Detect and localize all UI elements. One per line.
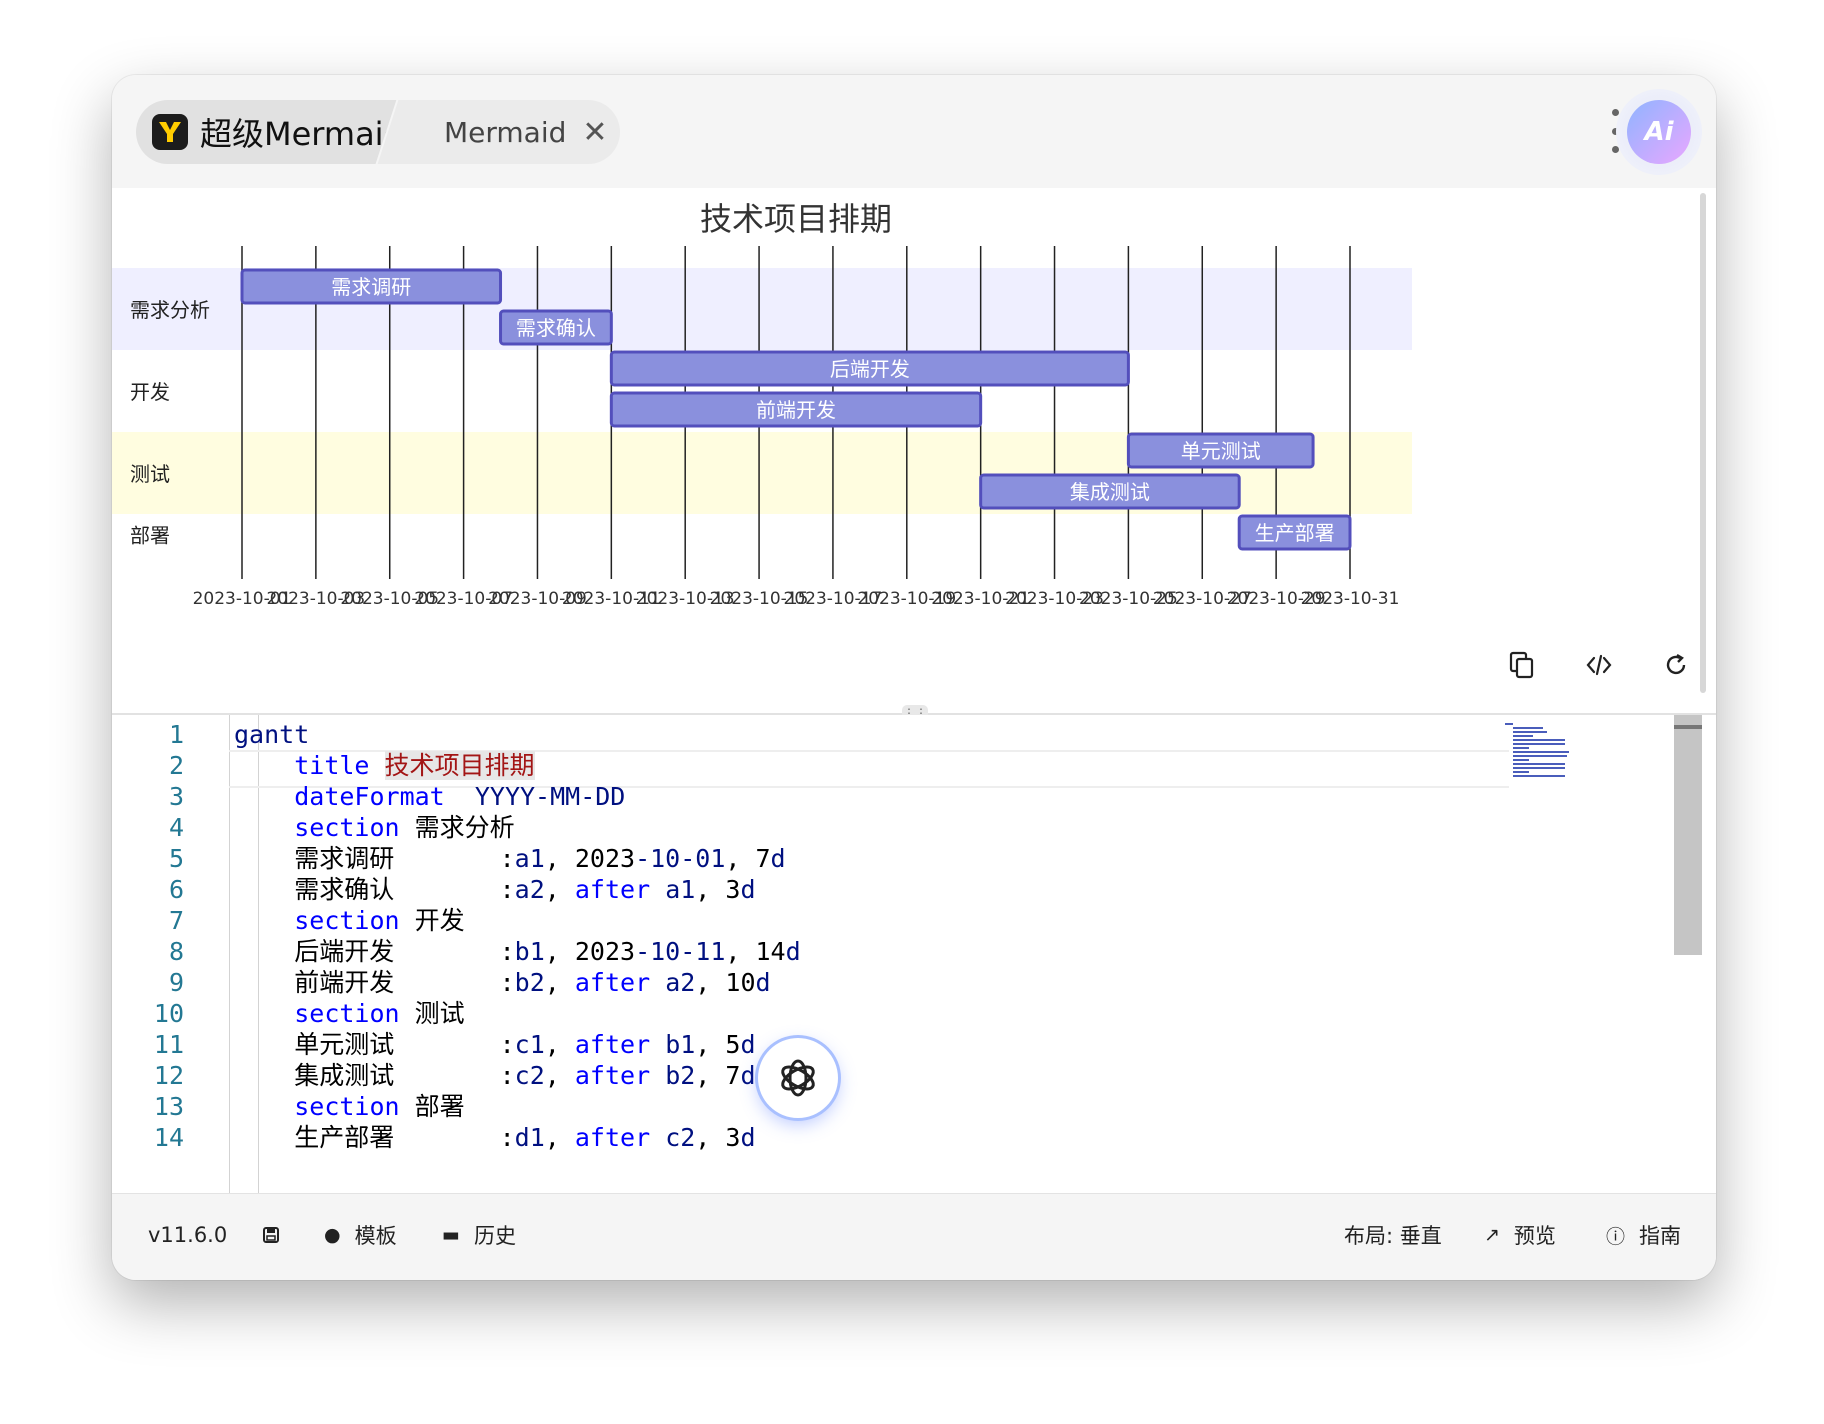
refresh-button[interactable]: [1656, 645, 1696, 685]
save-button[interactable]: [262, 1218, 280, 1252]
tab-mermaid[interactable]: Mermaid ✕: [400, 100, 620, 164]
copy-button[interactable]: [1502, 645, 1542, 685]
close-icon[interactable]: ✕: [582, 115, 607, 150]
ai-orb-icon: Ai: [1627, 100, 1691, 164]
code-editor[interactable]: 1 gantt 2 title 技术项目排期 3 dateFormat YYYY-MM…: [112, 715, 1716, 1193]
history-button[interactable]: ▬ 历史: [442, 1218, 516, 1252]
task-label: 前端开发: [756, 398, 836, 422]
app-window: 超级Mermaid Mermaid ✕ Ai 需求分析开发测试部署 2023-10…: [112, 75, 1716, 1280]
preview-button[interactable]: ↗ 预览: [1484, 1218, 1556, 1252]
editor-scrollbar[interactable]: [1674, 715, 1702, 955]
openai-icon: [781, 1059, 815, 1097]
copy-icon: [1509, 651, 1534, 679]
layout-toggle[interactable]: 布局: 垂直: [1344, 1218, 1442, 1252]
diagram-preview: 需求分析 开发 测试 部署 2023-10-01 2023-10-03 2023-10-05…: [112, 188, 1716, 713]
folder-icon: ▬: [442, 1224, 460, 1246]
preview-label: 预览: [1513, 1224, 1556, 1248]
history-label: 历史: [473, 1224, 516, 1248]
code-text: 生产部署 :d1, after c2, 3d: [294, 1123, 756, 1152]
refresh-icon: [1666, 653, 1686, 675]
task-label: 需求确认: [516, 316, 596, 340]
help-icon: ⓘ: [1606, 1225, 1626, 1248]
guide-button[interactable]: ⓘ 指南: [1606, 1218, 1681, 1252]
preview-scrollbar[interactable]: [1700, 193, 1706, 693]
ai-assistant-button[interactable]: Ai: [1616, 89, 1702, 175]
line-number: 14: [153, 1123, 184, 1152]
tab-sub-label: Mermaid: [444, 115, 567, 149]
gantt-chart: 需求分析开发测试部署2023-10-012023-10-032023-10-05…: [112, 200, 1412, 609]
template-label: 模板: [354, 1224, 397, 1248]
bulb-icon: ●: [324, 1224, 341, 1246]
task-label: 集成测试: [1070, 480, 1150, 504]
version-label: v11.6.0: [148, 1223, 228, 1247]
chatgpt-button[interactable]: [758, 1038, 838, 1118]
editor-minimap[interactable]: [1505, 723, 1583, 783]
task-label: 需求调研: [331, 275, 411, 299]
code-line[interactable]: 14 生产部署 :d1, after c2, 3d: [112, 1120, 1492, 1156]
view-code-button[interactable]: [1579, 645, 1619, 685]
editor-scroll-marker: [1674, 725, 1702, 729]
app-logo-icon: [152, 114, 188, 150]
code-icon: [1586, 654, 1612, 676]
template-button[interactable]: ● 模板: [324, 1218, 397, 1252]
tick-label: 2023-10-31: [1301, 589, 1400, 609]
section-label: 测试: [130, 462, 170, 486]
task-label: 生产部署: [1255, 521, 1335, 545]
external-link-icon: ↗: [1484, 1224, 1500, 1246]
status-bar: v11.6.0 ● 模板 ▬ 历史 布局: 垂直 ↗ 预览 ⓘ 指南: [112, 1193, 1716, 1280]
section-label: 部署: [130, 524, 170, 548]
tab-main-label: 超级Mermaid: [200, 115, 404, 153]
task-label: 单元测试: [1181, 439, 1261, 463]
section-label: 需求分析: [130, 298, 210, 322]
section-band: [112, 514, 1412, 555]
guide-label: 指南: [1639, 1224, 1682, 1248]
task-label: 后端开发: [830, 357, 910, 381]
title-bar: 超级Mermaid Mermaid ✕ Ai: [112, 75, 1716, 188]
section-label: 开发: [130, 380, 170, 404]
save-icon: [263, 1227, 279, 1243]
chart-title: 技术项目排期: [700, 200, 892, 238]
